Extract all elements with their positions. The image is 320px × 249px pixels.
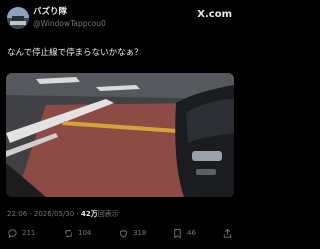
tweet-text: なんで停止線で停まらないかなぁ？	[7, 48, 143, 58]
tweet-time[interactable]: 22:06	[7, 210, 27, 218]
tweet-header: バズり隊 @WindowTappcou0 X.com	[0, 0, 240, 36]
tweet-date[interactable]: 2026/05/30	[34, 210, 74, 218]
tweet-photo[interactable]	[6, 73, 234, 197]
brand-logo: X.com	[197, 9, 232, 20]
share-icon	[223, 228, 232, 238]
display-name[interactable]: バズり隊	[33, 7, 106, 18]
repost-button[interactable]: 104	[63, 226, 91, 240]
share-button[interactable]	[222, 226, 237, 240]
reply-icon	[8, 228, 17, 238]
repost-count: 104	[78, 229, 92, 237]
meta-separator-2: ·	[76, 210, 79, 218]
action-bar: 211 104 318 46	[0, 226, 240, 242]
repost-icon	[65, 229, 72, 237]
tweet-meta: 22:06 · 2026/05/30 · 42万回表示	[7, 209, 119, 219]
author-names[interactable]: バズり隊 @WindowTappcou0	[33, 7, 106, 29]
like-count: 318	[133, 229, 147, 237]
bookmark-count: 46	[187, 229, 196, 237]
like-button[interactable]: 318	[118, 226, 146, 240]
avatar[interactable]	[7, 7, 29, 29]
bookmark-button[interactable]: 46	[172, 226, 196, 240]
views-count: 42万	[80, 210, 98, 218]
meta-separator: ·	[29, 210, 32, 218]
reply-button[interactable]: 211	[7, 226, 35, 240]
views-label: 回表示	[97, 210, 119, 218]
bookmark-icon	[174, 228, 181, 238]
reply-count: 211	[22, 229, 36, 237]
user-handle[interactable]: @WindowTappcou0	[33, 18, 106, 29]
heart-icon	[119, 229, 128, 238]
crosswalk-photo	[6, 73, 234, 197]
